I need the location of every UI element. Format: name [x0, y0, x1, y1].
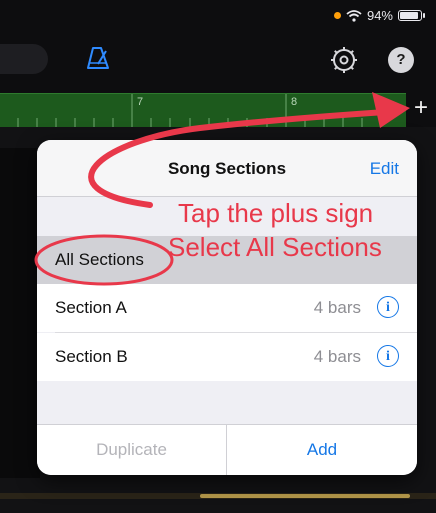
section-label: Section B — [55, 347, 128, 366]
battery-percent: 94% — [366, 8, 393, 23]
popover-footer: Duplicate Add — [37, 424, 417, 475]
ruler-marker: 7 — [137, 96, 144, 108]
add-button[interactable]: Add — [227, 425, 417, 475]
song-sections-popover: Song Sections Edit All Sections Section … — [37, 140, 417, 475]
ruler-marker: 8 — [291, 96, 298, 108]
timeline-ruler[interactable]: 7 8 — [0, 93, 406, 128]
section-length: 4 bars — [313, 298, 361, 317]
track-header-panel — [0, 148, 40, 478]
settings-icon[interactable] — [330, 46, 358, 79]
status-indicators: 94% — [333, 8, 425, 23]
annotation-text-line1: Tap the plus sign — [178, 198, 374, 228]
info-icon[interactable]: i — [377, 345, 399, 367]
add-section-button[interactable]: + — [414, 94, 428, 122]
section-row-a[interactable]: Section A 4 bars i — [37, 284, 417, 332]
edit-button[interactable]: Edit — [370, 159, 399, 179]
duplicate-button[interactable]: Duplicate — [37, 425, 227, 475]
battery-icon — [398, 10, 425, 21]
bottom-control-bar — [200, 494, 410, 498]
ruler-ticks — [17, 94, 382, 128]
toolbar-pill-button[interactable] — [0, 44, 48, 74]
section-length: 4 bars — [313, 347, 361, 366]
section-label: Section A — [55, 298, 127, 317]
annotation-text-line2: Select All Sections — [168, 232, 382, 262]
info-icon[interactable]: i — [377, 296, 399, 318]
help-button[interactable]: ? — [388, 47, 414, 73]
toolbar: ? — [0, 32, 436, 90]
battery-level — [400, 12, 418, 19]
popover-header: Song Sections Edit — [37, 140, 417, 197]
wifi-icon — [346, 9, 362, 22]
recording-dot-icon — [333, 12, 341, 19]
section-label: All Sections — [55, 250, 144, 269]
metronome-icon[interactable] — [85, 46, 111, 75]
section-row-b[interactable]: Section B 4 bars i — [37, 333, 417, 381]
status-bar: 94% — [0, 0, 436, 32]
popover-title: Song Sections — [167, 159, 287, 178]
